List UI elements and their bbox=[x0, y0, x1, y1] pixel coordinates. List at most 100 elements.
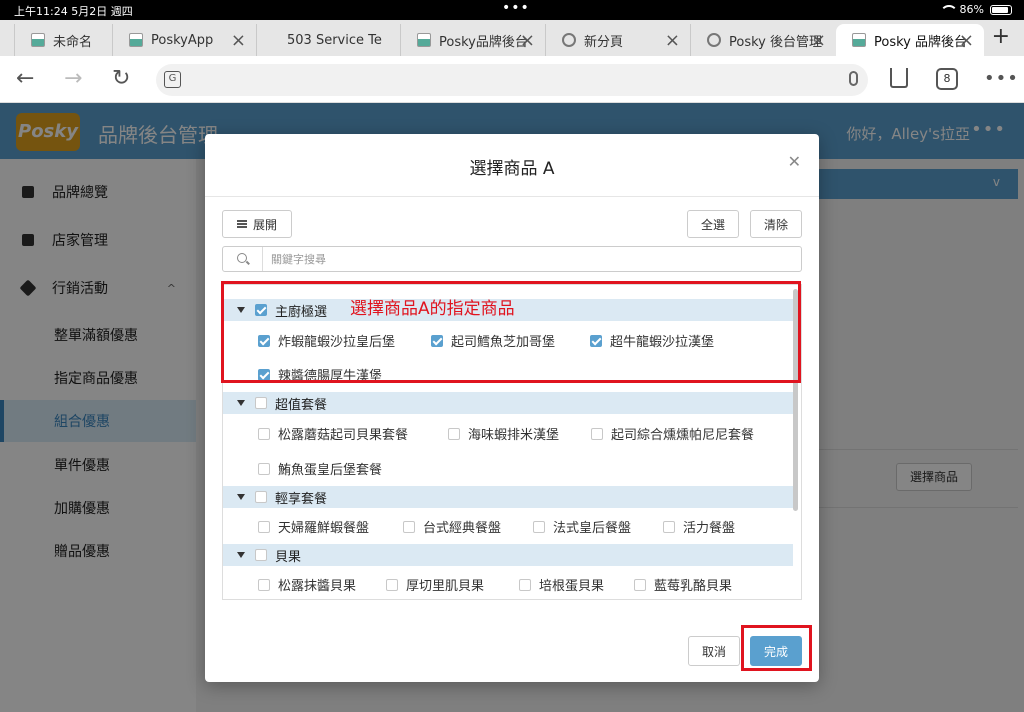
status-right: 86% bbox=[939, 3, 1012, 16]
checkbox[interactable] bbox=[634, 578, 646, 591]
caret-down-icon[interactable] bbox=[237, 400, 245, 406]
select-all-button[interactable]: 全選 bbox=[687, 210, 739, 238]
address-bar[interactable]: G bbox=[156, 64, 868, 96]
translate-icon[interactable]: G bbox=[164, 71, 181, 88]
modal-title: 選擇商品 A bbox=[469, 159, 555, 179]
share-icon[interactable] bbox=[890, 68, 908, 88]
checkbox[interactable] bbox=[448, 427, 460, 440]
checkbox[interactable] bbox=[255, 491, 267, 503]
product-item[interactable]: 松露抹醬貝果 bbox=[258, 575, 356, 594]
tab-switcher-button[interactable]: 8 bbox=[936, 68, 958, 90]
close-tab-icon[interactable]: × bbox=[231, 30, 246, 51]
caret-down-icon[interactable] bbox=[237, 494, 245, 500]
annotation-highlight-box bbox=[741, 625, 812, 671]
checkbox[interactable] bbox=[258, 462, 270, 475]
product-item[interactable]: 松露蘑菇起司貝果套餐 bbox=[258, 424, 408, 443]
product-item[interactable]: 培根蛋貝果 bbox=[519, 575, 604, 594]
browser-menu-icon[interactable]: ••• bbox=[984, 68, 1019, 89]
category-label: 超值套餐 bbox=[275, 397, 328, 413]
category-label: 貝果 bbox=[275, 549, 302, 565]
product-item[interactable]: 法式皇后餐盤 bbox=[533, 517, 631, 536]
product-item[interactable]: 海味蝦排米漢堡 bbox=[448, 424, 559, 443]
divider bbox=[205, 196, 819, 197]
caret-down-icon[interactable] bbox=[237, 552, 245, 558]
product-label: 起司綜合燻燻帕尼尼套餐 bbox=[611, 428, 755, 443]
globe-favicon-icon bbox=[562, 33, 576, 47]
product-label: 松露抹醬貝果 bbox=[278, 579, 357, 594]
mountain-favicon-icon bbox=[31, 33, 45, 47]
checkbox[interactable] bbox=[255, 397, 267, 409]
close-tab-icon[interactable]: × bbox=[811, 30, 826, 51]
tab-title: 503 Service Te bbox=[287, 32, 382, 48]
back-arrow-icon[interactable]: ← bbox=[16, 66, 34, 91]
checkbox[interactable] bbox=[663, 520, 675, 533]
annotation-text: 選擇商品A的指定商品 bbox=[350, 299, 515, 319]
expand-button[interactable]: 展開 bbox=[222, 210, 292, 238]
product-label: 鮪魚蛋皇后堡套餐 bbox=[278, 463, 383, 478]
reload-icon[interactable]: ↻ bbox=[112, 66, 130, 91]
product-label: 藍莓乳酪貝果 bbox=[654, 579, 733, 594]
product-item[interactable]: 天婦羅鮮蝦餐盤 bbox=[258, 517, 369, 536]
browser-toolbar: ← → ↻ G 8 ••• bbox=[0, 56, 1024, 103]
product-item[interactable]: 起司綜合燻燻帕尼尼套餐 bbox=[591, 424, 754, 443]
tab-new[interactable]: 新分頁 × bbox=[545, 24, 690, 56]
mountain-favicon-icon bbox=[129, 33, 143, 47]
search-field bbox=[222, 246, 802, 272]
tab-posky-brand-active[interactable]: Posky 品牌後台 × bbox=[836, 24, 984, 56]
checkbox[interactable] bbox=[519, 578, 531, 591]
mountain-favicon-icon bbox=[852, 33, 866, 47]
product-label: 活力餐盤 bbox=[683, 521, 736, 536]
status-bar: 上午11:24 5月2日 週四 ••• 86% bbox=[0, 0, 1024, 20]
search-icon bbox=[223, 247, 263, 271]
tab-503[interactable]: 503 Service Te bbox=[256, 24, 400, 56]
checkbox[interactable] bbox=[591, 427, 603, 440]
select-product-modal: 選擇商品 A ✕ 展開 全選 清除 主廚極選 炸蝦龍蝦沙拉皇后堡 起司鱈魚芝加哥… bbox=[205, 134, 819, 682]
battery-icon bbox=[990, 4, 1012, 15]
new-tab-plus-icon[interactable]: + bbox=[992, 24, 1010, 49]
product-label: 培根蛋貝果 bbox=[539, 579, 605, 594]
checkbox[interactable] bbox=[258, 427, 270, 440]
product-item[interactable]: 活力餐盤 bbox=[663, 517, 735, 536]
close-icon[interactable]: ✕ bbox=[788, 152, 801, 171]
browser-tab-bar: 未命名 PoskyApp × 503 Service Te Posky品牌後台 … bbox=[0, 20, 1024, 56]
close-tab-icon[interactable]: × bbox=[520, 30, 535, 51]
clear-button[interactable]: 清除 bbox=[750, 210, 802, 238]
menu-lines-icon bbox=[236, 220, 247, 228]
tab-posky-brand-1[interactable]: Posky品牌後台 × bbox=[400, 24, 545, 56]
tab-untitled[interactable]: 未命名 bbox=[14, 24, 112, 56]
wifi-icon bbox=[939, 4, 958, 15]
product-label: 厚切里肌貝果 bbox=[406, 579, 485, 594]
checkbox[interactable] bbox=[258, 578, 270, 591]
checkbox[interactable] bbox=[258, 520, 270, 533]
tab-posky-admin[interactable]: Posky 後台管理 × bbox=[690, 24, 836, 56]
category-row[interactable]: 超值套餐 bbox=[223, 392, 793, 414]
checkbox[interactable] bbox=[386, 578, 398, 591]
tab-title: 未命名 bbox=[53, 34, 93, 50]
checkbox[interactable] bbox=[403, 520, 415, 533]
mountain-favicon-icon bbox=[417, 33, 431, 47]
product-item[interactable]: 厚切里肌貝果 bbox=[386, 575, 484, 594]
product-label: 松露蘑菇起司貝果套餐 bbox=[278, 428, 409, 443]
checkbox[interactable] bbox=[533, 520, 545, 533]
multitask-dots-icon[interactable]: ••• bbox=[502, 0, 530, 16]
expand-label: 展開 bbox=[252, 217, 277, 232]
product-item[interactable]: 鮪魚蛋皇后堡套餐 bbox=[258, 459, 382, 478]
microphone-icon[interactable] bbox=[849, 71, 858, 86]
tab-poskyapp[interactable]: PoskyApp × bbox=[112, 24, 256, 56]
product-label: 海味蝦排米漢堡 bbox=[468, 428, 560, 443]
battery-percent: 86% bbox=[959, 3, 984, 16]
globe-favicon-icon bbox=[707, 33, 721, 47]
checkbox[interactable] bbox=[255, 549, 267, 561]
product-item[interactable]: 藍莓乳酪貝果 bbox=[634, 575, 732, 594]
product-label: 法式皇后餐盤 bbox=[553, 521, 632, 536]
category-row[interactable]: 輕享套餐 bbox=[223, 486, 793, 508]
category-row[interactable]: 貝果 bbox=[223, 544, 793, 566]
close-tab-icon[interactable]: × bbox=[665, 30, 680, 51]
product-item[interactable]: 台式經典餐盤 bbox=[403, 517, 501, 536]
product-label: 台式經典餐盤 bbox=[423, 521, 502, 536]
product-label: 天婦羅鮮蝦餐盤 bbox=[278, 521, 370, 536]
close-tab-icon[interactable]: × bbox=[959, 30, 974, 51]
cancel-button[interactable]: 取消 bbox=[688, 636, 740, 666]
forward-arrow-icon[interactable]: → bbox=[64, 66, 82, 91]
search-input[interactable] bbox=[271, 250, 771, 268]
